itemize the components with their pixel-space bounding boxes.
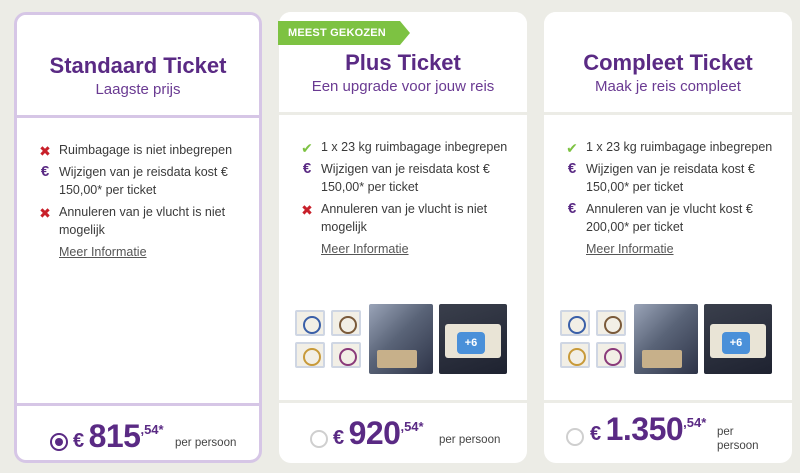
meal-image [331, 310, 361, 336]
meal-image [596, 342, 626, 368]
select-radio[interactable] [566, 428, 584, 446]
price-bar[interactable]: € 815,54* per persoon [17, 406, 259, 460]
feature-text: Annuleren van je vlucht is niet mogelijk [59, 205, 226, 237]
check-icon: ✔ [566, 140, 578, 156]
feature-item: € Wijzigen van je reisdata kost € 150,00*… [299, 160, 515, 196]
meal-gallery[interactable]: +6 [560, 304, 776, 374]
ticket-card-compleet[interactable]: Compleet Ticket Maak je reis compleet ✔ 1… [544, 12, 792, 463]
more-info-link[interactable]: Meer Informatie [59, 245, 147, 259]
meal-thumbnails [295, 310, 363, 368]
meal-image [596, 310, 626, 336]
feature-item: € Wijzigen van je reisdata kost € 150,00*… [37, 163, 247, 199]
feature-text: Ruimbagage is niet inbegrepen [59, 143, 233, 157]
euro-icon: € [302, 160, 312, 177]
price: € 920,54* [333, 415, 424, 452]
card-title: Standaard Ticket [49, 53, 227, 78]
ticket-card-plus[interactable]: Plus Ticket Een upgrade voor jouw reis ✔… [279, 12, 527, 463]
per-person-label: per persoon [439, 434, 501, 446]
feature-text: Annuleren van je vlucht is niet mogelijk [321, 202, 488, 234]
more-info-link[interactable]: Meer Informatie [321, 242, 409, 256]
most-chosen-badge: MEEST GEKOZEN [278, 21, 410, 45]
x-icon: ✖ [301, 202, 313, 218]
euro-icon: € [567, 200, 577, 217]
feature-item: ✖ Annuleren van je vlucht is niet mogelij… [37, 203, 247, 239]
select-radio[interactable] [310, 430, 328, 448]
per-person-label: per persoon [717, 425, 759, 453]
ticket-card-standaard[interactable]: Standaard Ticket Laagste prijs ✖ Ruimbaga… [14, 12, 262, 463]
price-decimals: ,54* [400, 419, 424, 434]
feature-item: € Annuleren van je vlucht kost € 200,00* … [564, 200, 780, 236]
feature-item: ✖ Ruimbagage is niet inbegrepen [37, 141, 247, 159]
price: € 815,54* [73, 418, 164, 455]
feature-list: ✖ Ruimbagage is niet inbegrepen € Wijzigen… [37, 141, 247, 261]
select-radio[interactable] [50, 433, 68, 451]
x-icon: ✖ [39, 205, 51, 221]
feature-list: ✔ 1 x 23 kg ruimbagage inbegrepen € Wijzig… [299, 138, 515, 258]
check-icon: ✔ [301, 140, 313, 156]
meal-image [560, 342, 590, 368]
card-header: Standaard Ticket Laagste prijs [17, 15, 259, 115]
divider [17, 115, 259, 118]
divider [544, 112, 792, 115]
card-subtitle: Een upgrade voor jouw reis [311, 78, 495, 95]
feature-text: Wijzigen van je reisdata kost € 150,00* … [586, 162, 755, 194]
price-amount: 1.350 [605, 411, 684, 447]
card-title: Compleet Ticket [583, 50, 753, 75]
card-title: Plus Ticket [345, 50, 461, 75]
meal-image [295, 342, 325, 368]
feature-text: Wijzigen van je reisdata kost € 150,00* … [321, 162, 490, 194]
price-decimals: ,54* [140, 422, 164, 437]
meal-photo [634, 304, 698, 374]
x-icon: ✖ [39, 143, 51, 159]
feature-text: Wijzigen van je reisdata kost € 150,00* … [59, 165, 228, 197]
more-info-link[interactable]: Meer Informatie [586, 242, 674, 256]
price: € 1.350,54* [590, 411, 706, 448]
euro-icon: € [567, 160, 577, 177]
price-amount: 920 [348, 415, 401, 451]
feature-list: ✔ 1 x 23 kg ruimbagage inbegrepen € Wijzig… [564, 138, 780, 258]
feature-item: ✖ Annuleren van je vlucht is niet mogelij… [299, 200, 515, 236]
feature-item: ✔ 1 x 23 kg ruimbagage inbegrepen [564, 138, 780, 156]
meal-photo [369, 304, 433, 374]
card-subtitle: Laagste prijs [95, 81, 181, 98]
meal-thumbnails [560, 310, 628, 368]
euro-icon: € [40, 163, 50, 180]
feature-text: Annuleren van je vlucht kost € 200,00* p… [586, 202, 753, 234]
per-label: per [717, 426, 734, 438]
price-amount: 815 [88, 418, 141, 454]
feature-text: 1 x 23 kg ruimbagage inbegrepen [321, 140, 508, 154]
card-subtitle: Maak je reis compleet [595, 78, 741, 95]
price-currency: € [73, 430, 85, 452]
feature-item: ✔ 1 x 23 kg ruimbagage inbegrepen [299, 138, 515, 156]
price-bar[interactable]: € 1.350,54* per persoon [544, 403, 792, 463]
price-currency: € [590, 423, 602, 445]
card-header: Compleet Ticket Maak je reis compleet [544, 12, 792, 112]
price-currency: € [333, 427, 345, 449]
divider [279, 112, 527, 115]
price-bar[interactable]: € 920,54* per persoon [279, 403, 527, 463]
more-meals-badge[interactable]: +6 [722, 332, 750, 354]
price-decimals: ,54* [683, 415, 707, 430]
more-meals-badge[interactable]: +6 [457, 332, 485, 354]
meal-image [295, 310, 325, 336]
feature-item: € Wijzigen van je reisdata kost € 150,00*… [564, 160, 780, 196]
meal-image [560, 310, 590, 336]
meal-image [331, 342, 361, 368]
meal-gallery[interactable]: +6 [295, 304, 511, 374]
per-person-label: per persoon [175, 437, 237, 449]
feature-text: 1 x 23 kg ruimbagage inbegrepen [586, 140, 773, 154]
person-label: persoon [717, 440, 759, 452]
